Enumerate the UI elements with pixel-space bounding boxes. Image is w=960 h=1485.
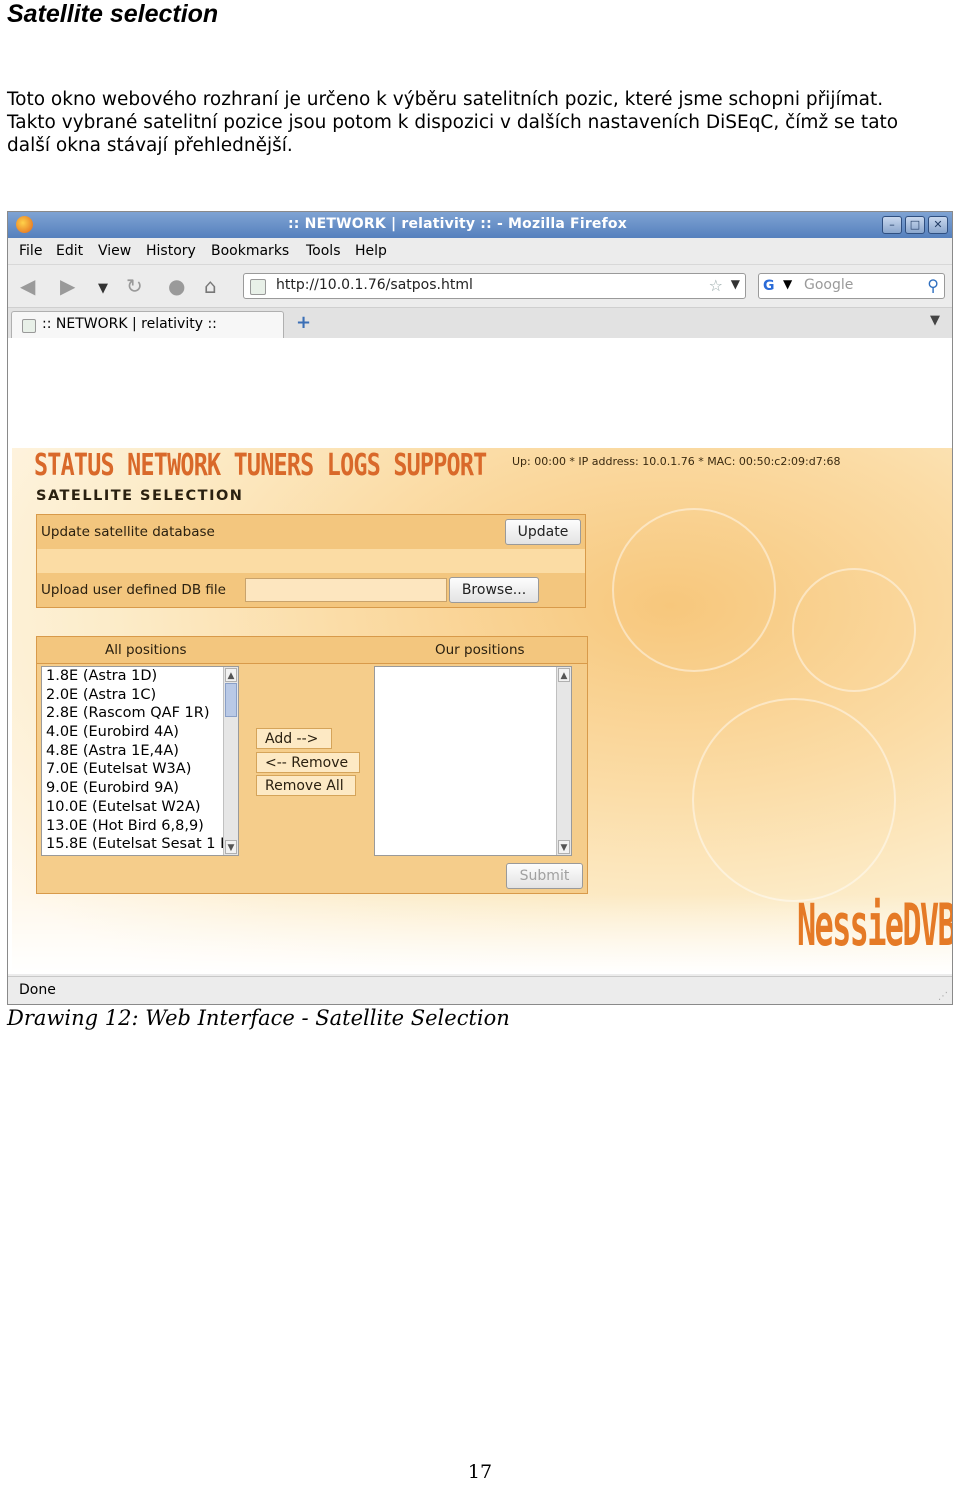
firefox-logo-icon	[16, 216, 33, 233]
list-item[interactable]: 4.0E (Eurobird 4A)	[42, 723, 238, 742]
tab-bar: :: NETWORK | relativity :: + ▼	[8, 308, 952, 339]
update-label: Update satellite database	[41, 524, 215, 540]
database-panel: Update satellite database Update Upload …	[36, 514, 586, 608]
scroll-up-icon[interactable]: ▲	[225, 668, 237, 682]
tab-title: :: NETWORK | relativity ::	[42, 316, 217, 332]
section-title: SATELLITE SELECTION	[36, 488, 244, 504]
upload-file-input[interactable]	[245, 578, 447, 602]
browser-tab[interactable]: :: NETWORK | relativity ::	[11, 311, 284, 338]
search-box[interactable]: G ▼ Google ⚲	[758, 273, 945, 299]
web-page: STATUS NETWORK TUNERS LOGS SUPPORT Up: 0…	[12, 448, 952, 974]
submit-button[interactable]: Submit	[506, 863, 583, 889]
decorative-flower	[612, 508, 776, 672]
remove-button[interactable]: <-- Remove	[256, 752, 360, 773]
document-heading: Satellite selection	[7, 0, 219, 28]
tab-list-chevron-down-icon[interactable]: ▼	[930, 313, 940, 328]
search-icon[interactable]: ⚲	[927, 276, 939, 295]
intro-line: další okna stávají přehlednější.	[7, 135, 293, 156]
url-bar[interactable]: http://10.0.1.76/satpos.html ☆ ▼	[243, 273, 746, 299]
nessiedvb-logo: NessieDVB	[797, 891, 952, 959]
system-info: Up: 00:00 * IP address: 10.0.1.76 * MAC:…	[512, 455, 841, 468]
browse-button[interactable]: Browse...	[449, 577, 539, 603]
new-tab-icon[interactable]: +	[296, 312, 311, 333]
reload-icon[interactable]: ↻	[126, 276, 143, 296]
decorative-flower	[792, 568, 916, 692]
menubar: File Edit View History Bookmarks Tools H…	[8, 238, 952, 265]
page-content: STATUS NETWORK TUNERS LOGS SUPPORT Up: 0…	[8, 338, 952, 974]
all-positions-list[interactable]: 1.8E (Astra 1D) 2.0E (Astra 1C) 2.8E (Rasc…	[41, 666, 239, 856]
page-favicon-icon	[250, 279, 266, 295]
resize-grip-icon[interactable]: ⋰	[938, 991, 948, 1002]
update-row: Update satellite database Update	[37, 515, 585, 549]
list-item[interactable]: 13.0E (Hot Bird 6,8,9)	[42, 817, 238, 836]
search-engine-dropdown-icon[interactable]: ▼	[783, 277, 792, 291]
url-dropdown-icon[interactable]: ▼	[731, 277, 740, 291]
back-icon[interactable]: ◀	[20, 276, 35, 296]
bookmark-star-icon[interactable]: ☆	[709, 276, 723, 295]
scroll-thumb[interactable]	[225, 683, 237, 717]
positions-panel: All positions Our positions 1.8E (Astra …	[36, 636, 588, 894]
forward-icon[interactable]: ▶	[60, 276, 75, 296]
intro-line: Takto vybrané satelitní pozice jsou poto…	[7, 112, 899, 133]
stop-icon[interactable]: ●	[168, 276, 185, 296]
page-number: 17	[467, 1461, 493, 1483]
status-bar: Done ⋰	[8, 976, 952, 1004]
navigation-toolbar: ◀ ▶ ▼ ↻ ● ⌂ http://10.0.1.76/satpos.html…	[8, 265, 952, 308]
list-item[interactable]: 9.0E (Eurobird 9A)	[42, 779, 238, 798]
browser-window-screenshot: :: NETWORK | relativity :: - Mozilla Fir…	[7, 211, 953, 1005]
menu-history[interactable]: History	[146, 243, 196, 259]
intro-paragraph: Toto okno webového rozhraní je určeno k …	[7, 88, 957, 157]
url-text: http://10.0.1.76/satpos.html	[276, 277, 473, 293]
top-navigation[interactable]: STATUS NETWORK TUNERS LOGS SUPPORT	[34, 448, 487, 483]
intro-line: Toto okno webového rozhraní je určeno k …	[7, 89, 884, 110]
upload-label: Upload user defined DB file	[41, 582, 226, 598]
update-button[interactable]: Update	[505, 519, 581, 545]
list-item[interactable]: 4.8E (Astra 1E,4A)	[42, 742, 238, 761]
minimize-icon[interactable]: –	[882, 216, 902, 234]
our-positions-list[interactable]: ▲ ▼	[374, 666, 572, 856]
upload-row: Upload user defined DB file Browse...	[37, 573, 585, 607]
all-positions-scrollbar[interactable]: ▲ ▼	[223, 667, 238, 855]
menu-file[interactable]: File	[19, 243, 42, 259]
history-dropdown-icon[interactable]: ▼	[98, 279, 108, 299]
our-positions-header: Our positions	[435, 642, 525, 658]
panel-spacer	[37, 549, 585, 573]
all-positions-header: All positions	[105, 642, 187, 658]
maximize-icon[interactable]: □	[905, 216, 925, 234]
list-item[interactable]: 10.0E (Eutelsat W2A)	[42, 798, 238, 817]
scroll-down-icon[interactable]: ▼	[558, 840, 570, 854]
menu-tools[interactable]: Tools	[306, 243, 341, 259]
menu-edit[interactable]: Edit	[56, 243, 83, 259]
list-item[interactable]: 1.8E (Astra 1D)	[42, 667, 238, 686]
add-button[interactable]: Add -->	[256, 728, 332, 749]
our-positions-scrollbar[interactable]: ▲ ▼	[556, 667, 571, 855]
search-placeholder: Google	[804, 277, 854, 293]
figure-caption: Drawing 12: Web Interface - Satellite Se…	[7, 1006, 510, 1030]
tab-favicon-icon	[22, 319, 36, 333]
remove-all-button[interactable]: Remove All	[256, 775, 356, 796]
all-positions-items: 1.8E (Astra 1D) 2.0E (Astra 1C) 2.8E (Rasc…	[42, 667, 238, 854]
window-title: :: NETWORK | relativity :: - Mozilla Fir…	[288, 216, 627, 232]
scroll-down-icon[interactable]: ▼	[225, 840, 237, 854]
menu-bookmarks[interactable]: Bookmarks	[211, 243, 289, 259]
home-icon[interactable]: ⌂	[204, 276, 217, 296]
scroll-up-icon[interactable]: ▲	[558, 668, 570, 682]
decorative-flower	[692, 698, 896, 902]
positions-header: All positions Our positions	[37, 637, 587, 664]
list-item[interactable]: 15.8E (Eutelsat Sesat 1 E	[42, 835, 238, 854]
status-text: Done	[19, 982, 56, 998]
close-icon[interactable]: ✕	[928, 216, 948, 234]
menu-help[interactable]: Help	[355, 243, 387, 259]
list-item[interactable]: 2.8E (Rascom QAF 1R)	[42, 704, 238, 723]
list-item[interactable]: 2.0E (Astra 1C)	[42, 686, 238, 705]
list-item[interactable]: 7.0E (Eutelsat W3A)	[42, 760, 238, 779]
google-engine-icon[interactable]: G	[763, 278, 779, 294]
window-titlebar: :: NETWORK | relativity :: - Mozilla Fir…	[8, 212, 952, 238]
menu-view[interactable]: View	[98, 243, 131, 259]
